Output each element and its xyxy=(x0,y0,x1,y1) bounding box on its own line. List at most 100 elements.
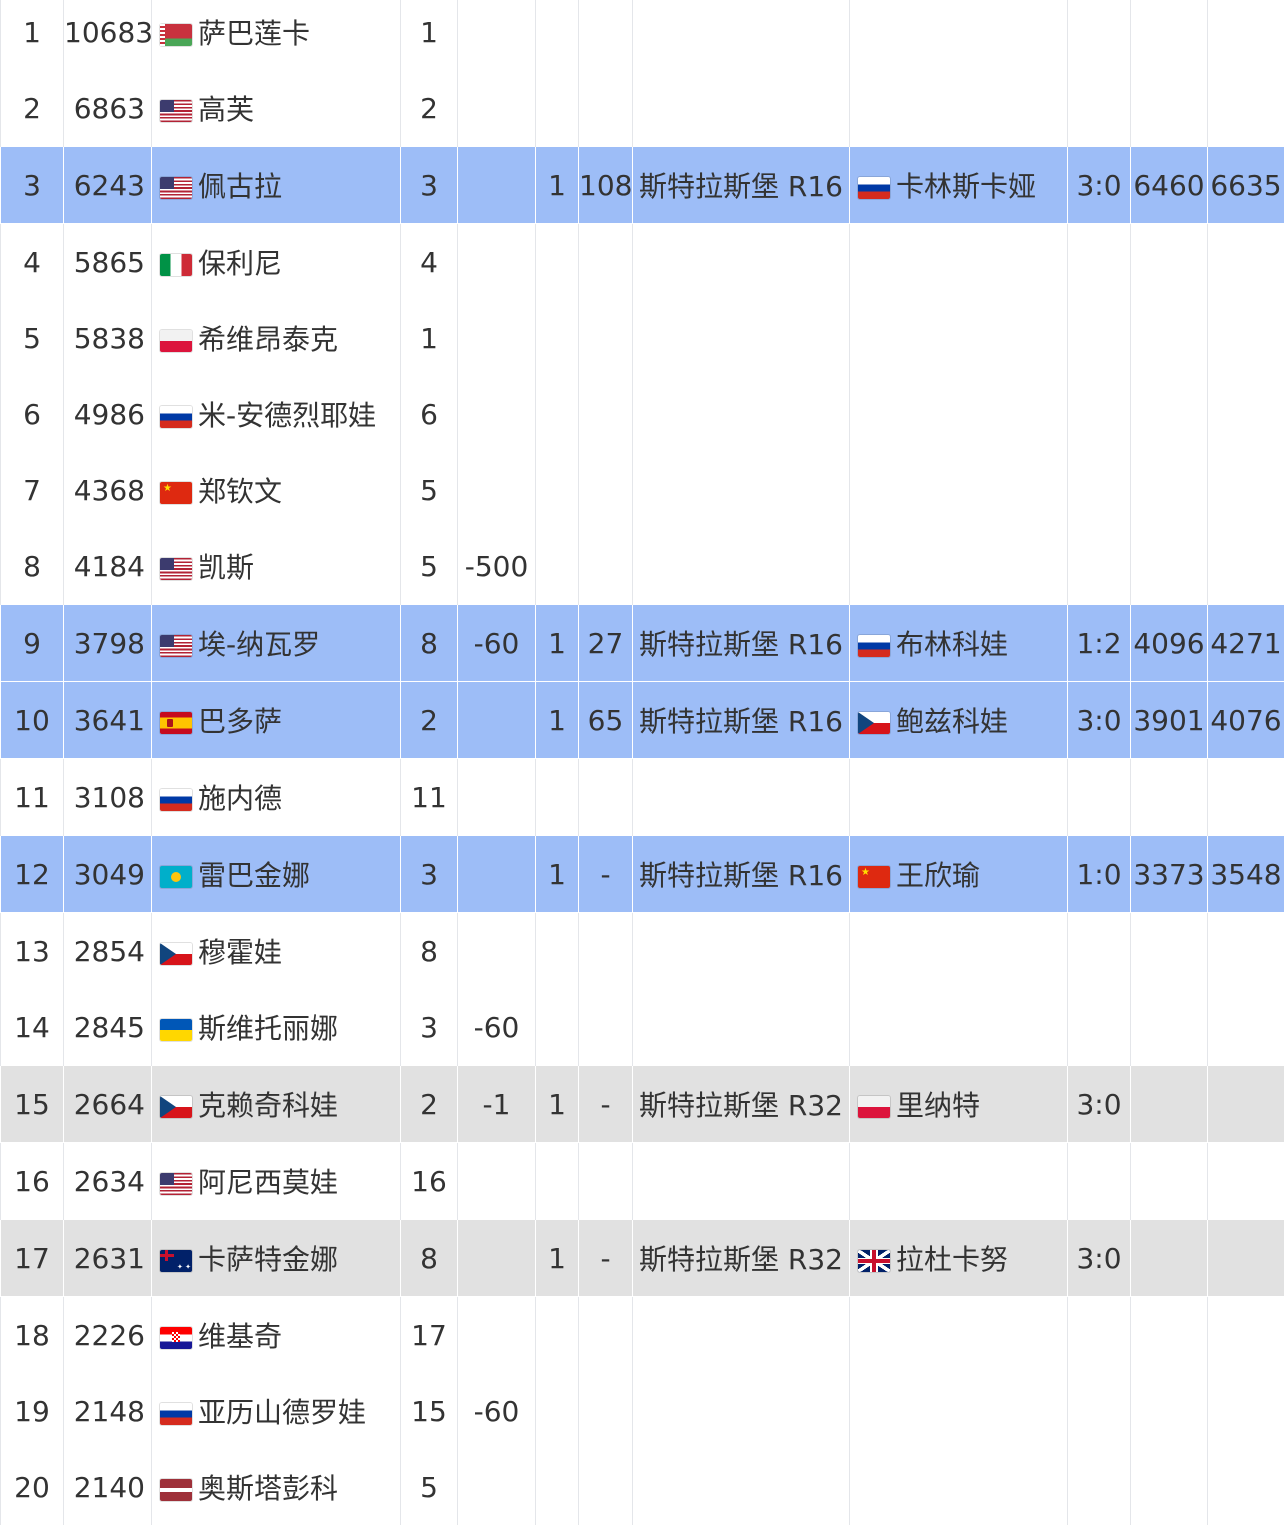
col6-value: 1 xyxy=(548,627,566,660)
score-cell: 3:0 xyxy=(1068,147,1131,224)
col4-cell: 6 xyxy=(401,376,458,452)
col6-cell xyxy=(536,1449,579,1525)
col12-cell xyxy=(1208,1143,1284,1220)
opponent-cell xyxy=(850,376,1068,452)
points-cell: 3641 xyxy=(64,682,152,759)
col7-cell: 27 xyxy=(579,605,633,682)
country-flag-icon xyxy=(160,100,192,122)
tournament-cell xyxy=(633,224,850,301)
col5-value: -60 xyxy=(474,627,520,660)
col6-cell: 1 xyxy=(536,147,579,224)
col12-cell xyxy=(1208,1297,1284,1374)
table-row: 19 2148 亚历山德罗娃 15 -60 xyxy=(1,1373,1284,1449)
player-name: 穆霍娃 xyxy=(198,936,282,969)
points-cell: 2664 xyxy=(64,1066,152,1143)
col4-cell: 15 xyxy=(401,1373,458,1449)
player-name: 维基奇 xyxy=(198,1320,282,1353)
col7-value: - xyxy=(600,1088,610,1121)
country-flag-icon xyxy=(160,406,192,428)
opponent-cell xyxy=(850,913,1068,990)
col11-cell xyxy=(1131,452,1208,528)
col12-cell xyxy=(1208,1066,1284,1143)
col7-cell: - xyxy=(579,1220,633,1297)
points: 5838 xyxy=(74,322,145,355)
opponent-flag-icon xyxy=(858,712,890,734)
rank-cell: 12 xyxy=(1,836,64,913)
col4-value: 3 xyxy=(420,1011,438,1044)
score: 1:0 xyxy=(1076,858,1121,891)
col5-cell: -500 xyxy=(458,528,536,605)
player-name: 奥斯塔彭科 xyxy=(198,1472,338,1505)
country-flag-icon xyxy=(160,943,192,965)
rank-cell: 20 xyxy=(1,1449,64,1525)
tournament-name: 斯特拉斯堡 R16 xyxy=(639,859,843,892)
player-cell: 米-安德烈耶娃 xyxy=(152,376,401,452)
col6-value: 1 xyxy=(548,858,566,891)
col12-cell xyxy=(1208,1220,1284,1297)
col7-cell xyxy=(579,1297,633,1374)
col12-cell xyxy=(1208,376,1284,452)
player-cell: 保利尼 xyxy=(152,224,401,301)
table-row: 8 4184 凯斯 5 -500 xyxy=(1,528,1284,605)
tournament-cell xyxy=(633,1297,850,1374)
player-name: 希维昂泰克 xyxy=(198,323,338,356)
opponent-cell xyxy=(850,759,1068,836)
table-row: 10 3641 巴多萨 2 1 65 斯特拉斯堡 R16 鲍兹科娃 3:0 39… xyxy=(1,682,1284,759)
col4-value: 17 xyxy=(411,1319,447,1352)
col4-cell: 2 xyxy=(401,1066,458,1143)
points: 2148 xyxy=(74,1395,145,1428)
col11-cell xyxy=(1131,528,1208,605)
col11-cell xyxy=(1131,759,1208,836)
country-flag-icon xyxy=(160,558,192,580)
col4-cell: 2 xyxy=(401,70,458,147)
rank-cell: 2 xyxy=(1,70,64,147)
rank-cell: 15 xyxy=(1,1066,64,1143)
points: 2854 xyxy=(74,935,145,968)
tournament-cell xyxy=(633,376,850,452)
col5-cell xyxy=(458,682,536,759)
score-cell xyxy=(1068,759,1131,836)
col5-cell xyxy=(458,147,536,224)
col12-cell xyxy=(1208,0,1284,70)
rank-cell: 13 xyxy=(1,913,64,990)
points-cell: 6863 xyxy=(64,70,152,147)
rank-cell: 14 xyxy=(1,989,64,1066)
rank: 16 xyxy=(14,1165,50,1198)
rank: 15 xyxy=(14,1088,50,1121)
country-flag-icon xyxy=(160,24,192,46)
table-row: 18 2226 维基奇 17 xyxy=(1,1297,1284,1374)
points: 2845 xyxy=(74,1011,145,1044)
player-cell: 卡萨特金娜 xyxy=(152,1220,401,1297)
col11-cell: 6460 xyxy=(1131,147,1208,224)
col7-value: - xyxy=(600,1242,610,1275)
rank: 20 xyxy=(14,1471,50,1504)
table-row: 14 2845 斯维托丽娜 3 -60 xyxy=(1,989,1284,1066)
col11-cell xyxy=(1131,0,1208,70)
col6-cell xyxy=(536,1373,579,1449)
col7-cell: 108 xyxy=(579,147,633,224)
opponent-flag-icon xyxy=(858,177,890,199)
points-cell: 4184 xyxy=(64,528,152,605)
opponent-cell xyxy=(850,70,1068,147)
col11-cell xyxy=(1131,376,1208,452)
col11-cell xyxy=(1131,1373,1208,1449)
table-row: 17 2631 卡萨特金娜 8 1 - 斯特拉斯堡 R32 拉杜卡努 3:0 xyxy=(1,1220,1284,1297)
col11-cell xyxy=(1131,989,1208,1066)
col7-cell xyxy=(579,70,633,147)
col6-cell xyxy=(536,224,579,301)
tournament-name: 斯特拉斯堡 R16 xyxy=(639,170,843,203)
rank-cell: 16 xyxy=(1,1143,64,1220)
col5-cell xyxy=(458,759,536,836)
col7-cell xyxy=(579,376,633,452)
player-name: 斯维托丽娜 xyxy=(198,1012,338,1045)
opponent-name: 鲍兹科娃 xyxy=(896,705,1008,738)
col6-value: 1 xyxy=(548,1242,566,1275)
rank: 12 xyxy=(14,858,50,891)
col4-value: 8 xyxy=(420,1242,438,1275)
col11-value: 6460 xyxy=(1133,169,1204,202)
col4-cell: 11 xyxy=(401,759,458,836)
opponent-flag-icon xyxy=(858,866,890,888)
col12-value: 4076 xyxy=(1210,704,1281,737)
col12-cell: 6635 xyxy=(1208,147,1284,224)
country-flag-icon xyxy=(160,1096,192,1118)
